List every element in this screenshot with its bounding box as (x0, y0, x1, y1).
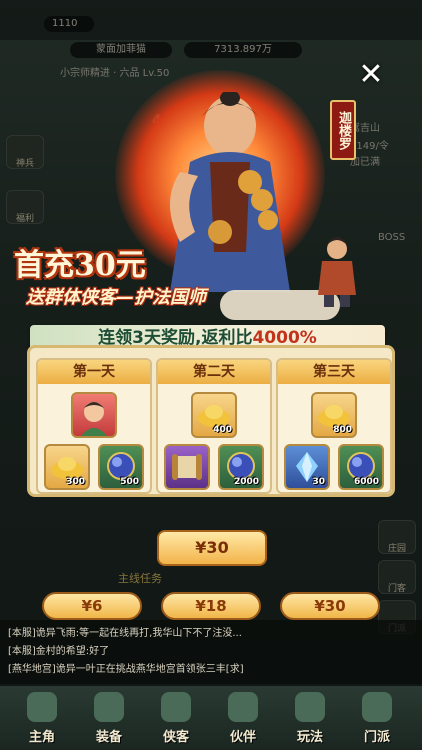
item-count: 6000 (353, 477, 379, 487)
equipment-icon (94, 692, 124, 722)
item-count: 800 (333, 425, 352, 435)
tier-button-18[interactable]: ¥18 (161, 592, 261, 620)
nav-equipment[interactable]: 装备 (79, 686, 139, 750)
day-label: 第一天 (38, 360, 150, 384)
blue-orb-icon[interactable]: 500 (98, 444, 144, 490)
screen: 1110 蒙面加菲猫 7313.897万 小宗师精进 · 六品 Lv.50 46… (0, 0, 422, 750)
companion-icon (161, 692, 191, 722)
gold-ingot-icon[interactable]: 400 (191, 392, 237, 438)
nav-companions[interactable]: 侠客 (146, 686, 206, 750)
item-count: 2000 (233, 477, 259, 487)
hero-portrait-icon[interactable] (71, 392, 117, 438)
buy-button[interactable]: ¥30 (157, 530, 267, 566)
nav-label: 装备 (95, 730, 122, 745)
sect-icon (362, 692, 392, 722)
nav-play[interactable]: 玩法 (280, 686, 340, 750)
tier-button-30[interactable]: ¥30 (280, 592, 380, 620)
banner-subtitle: 送群体侠客—护法国师 (26, 287, 206, 308)
play-icon (295, 692, 325, 722)
nav-label: 玩法 (296, 730, 323, 745)
day-label: 第三天 (278, 360, 390, 384)
gold-ingot-icon[interactable]: 800 (311, 392, 357, 438)
item-count: 500 (120, 477, 139, 487)
tier-button-6[interactable]: ¥6 (42, 592, 142, 620)
reward-panel: 第一天 300 500 第二天 400 2000 第三天 800 30 6000 (27, 345, 395, 497)
partner-icon (228, 692, 258, 722)
day-card-3: 第三天 800 30 6000 (276, 358, 392, 494)
mini-hero-icon (318, 237, 356, 307)
gold-ingot-icon[interactable]: 300 (44, 444, 90, 490)
scroll-icon[interactable] (164, 444, 210, 490)
blue-orb-icon[interactable]: 6000 (338, 444, 384, 490)
day-card-1: 第一天 300 500 (36, 358, 152, 494)
nav-sect[interactable]: 门派 (347, 686, 407, 750)
chat-line-2: [本服]金村的希望:好了 (8, 646, 110, 657)
bottom-nav: 主角 装备 侠客 伙伴 玩法 门派 (0, 686, 422, 750)
banner-title: 首充30元 (14, 248, 146, 283)
nav-label: 伙伴 (229, 730, 256, 745)
blue-orb-icon[interactable]: 2000 (218, 444, 264, 490)
nav-label: 门派 (363, 730, 390, 745)
nav-partners[interactable]: 伙伴 (213, 686, 273, 750)
chat-log[interactable]: [本服]诡异飞雨:等一起在线再打,我华山下不了注没... [本服]金村的希望:好… (0, 620, 422, 684)
nav-label: 侠客 (162, 730, 189, 745)
chat-line-3: [燕华地宫]诡异一叶正在挑战燕华地宫首领张三丰[求] (8, 664, 244, 675)
nav-label: 主角 (28, 730, 55, 745)
item-count: 300 (66, 477, 85, 487)
item-count: 400 (213, 425, 232, 435)
day-card-2: 第二天 400 2000 (156, 358, 272, 494)
nav-hero[interactable]: 主角 (12, 686, 72, 750)
crystal-shard-icon[interactable]: 30 (284, 444, 330, 490)
hero-illustration (170, 92, 290, 292)
close-icon[interactable]: ✕ (356, 60, 386, 90)
item-count: 30 (312, 477, 325, 487)
chat-line-1: [本服]诡异飞雨:等一起在线再打,我华山下不了注没... (8, 628, 242, 639)
hero-icon (27, 692, 57, 722)
day-label: 第二天 (158, 360, 270, 384)
hero-name-tag: 迦楼罗 (330, 100, 356, 160)
